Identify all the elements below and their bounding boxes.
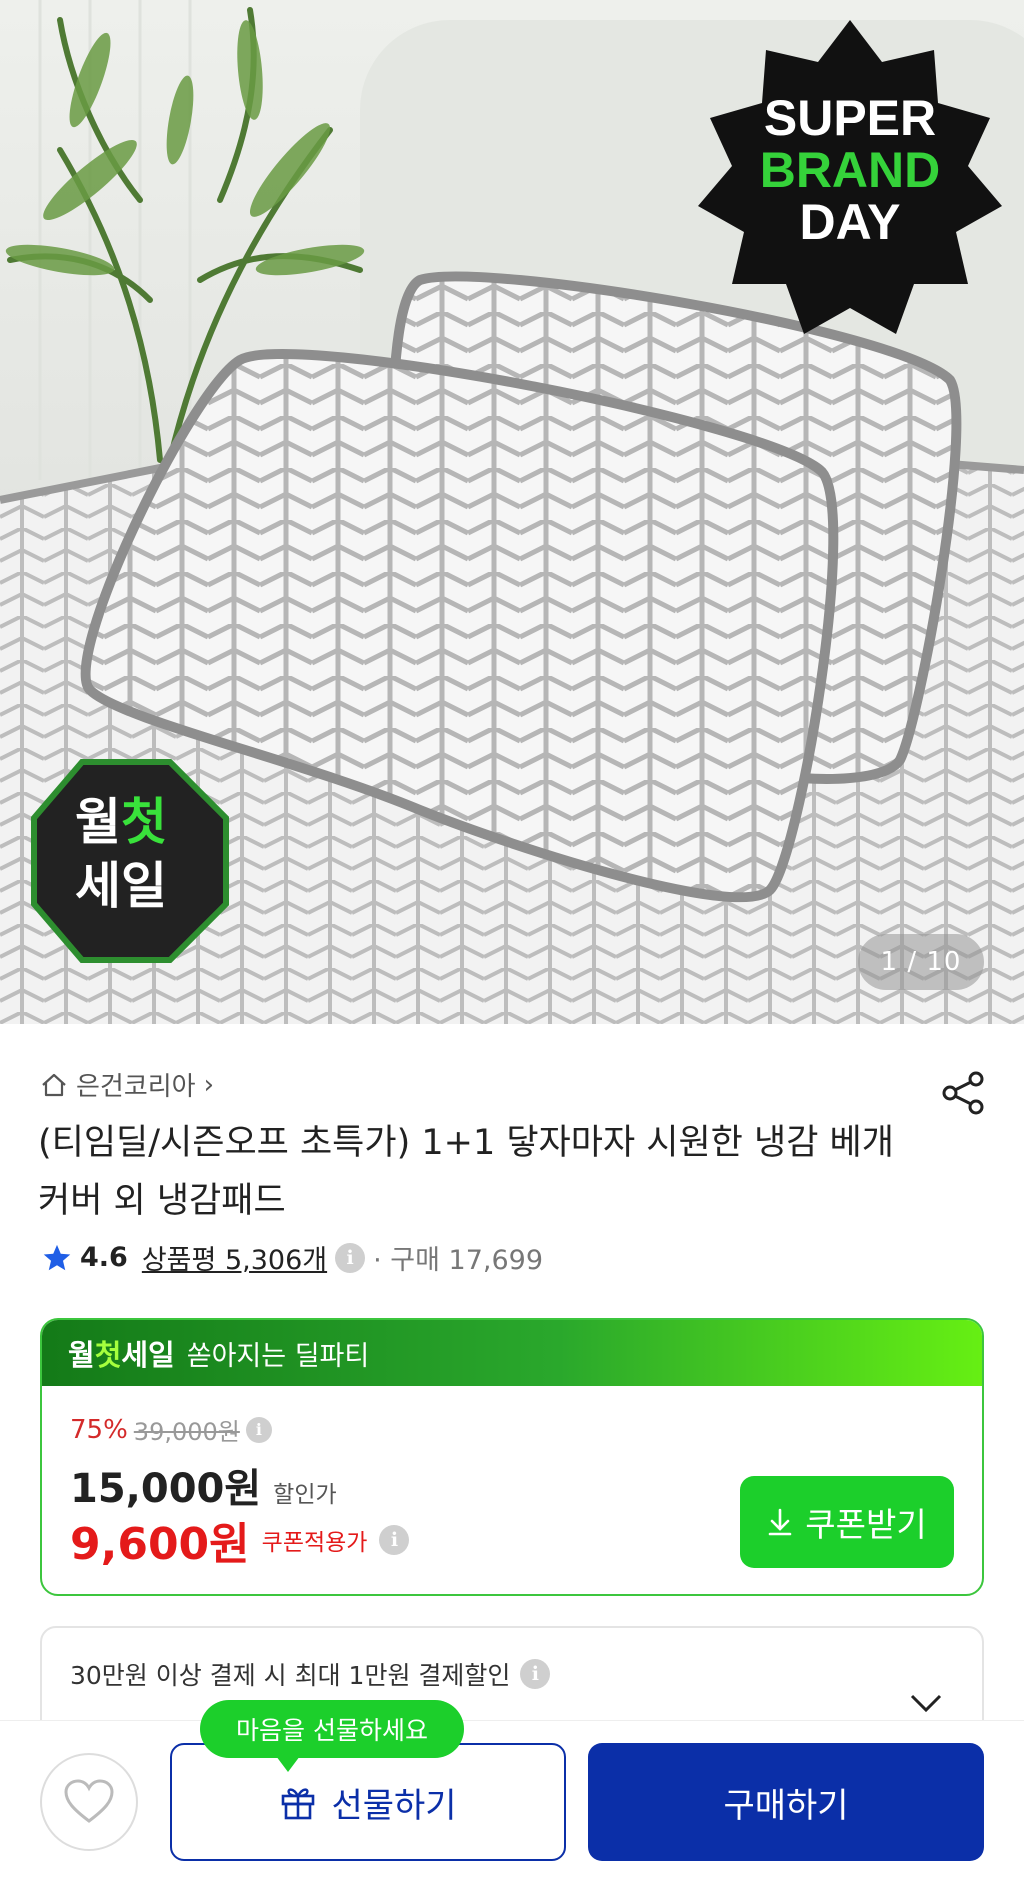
gift-icon [282,1788,315,1820]
buy-button-label: 구매하기 [723,1785,849,1826]
payment-discount-row: 30만원 이상 결제 시 최대 1만원 결제할인 i [70,1656,551,1692]
star-icon [43,1244,71,1270]
payment-discount-text: 30만원 이상 결제 시 최대 1만원 결제할인 [70,1661,511,1690]
discount-row: 75% 39,000원 i [70,1412,272,1447]
coupon-price-row: 9,600원 쿠폰적용가 i [70,1508,410,1572]
chevron-down-icon[interactable] [906,1688,946,1718]
brand-link[interactable]: 은건코리아 › [40,1066,214,1103]
image-counter: 1 / 10 [858,934,984,990]
download-icon [768,1508,792,1536]
coupon-price: 9,600원 [70,1519,250,1570]
badge-char-cheot: 첫 [121,793,167,851]
rating-score: 4.6 [80,1242,128,1273]
coupon-price-label: 쿠폰적용가 [261,1530,368,1556]
super-brand-day-badge: SUPER BRAND DAY [720,92,980,248]
deal-card: 월첫세일 쏟아지는 딜파티 75% 39,000원 i 15,000원 할인가 … [40,1318,984,1596]
deal-logo: 월첫세일 [68,1338,175,1372]
get-coupon-label: 쿠폰받기 [805,1505,927,1544]
info-icon[interactable]: i [520,1659,551,1689]
badge-line-brand: BRAND [759,142,941,198]
bottom-action-bar: 선물하기 구매하기 [0,1720,1024,1880]
deal-subtitle: 쏟아지는 딜파티 [186,1340,370,1372]
product-image[interactable]: SUPER BRAND DAY 월첫 세일 1 / 10 [0,0,1024,1024]
badge-line-sale: 세일 [75,857,167,915]
deal-header: 월첫세일 쏟아지는 딜파티 [42,1320,982,1386]
sale-price-row: 15,000원 할인가 [70,1456,337,1514]
reviews-link[interactable]: 상품평 5,306개 [142,1238,327,1277]
chevron-right-icon: › [203,1069,215,1100]
sale-price-label: 할인가 [273,1482,337,1508]
share-icon[interactable] [940,1070,986,1116]
badge-line-super: SUPER [763,90,937,146]
info-icon[interactable]: i [379,1525,410,1555]
discount-percent: 75% [70,1414,128,1445]
wishlist-button[interactable] [40,1753,138,1851]
info-icon[interactable]: i [335,1242,366,1273]
home-icon [42,1073,66,1096]
monthly-first-sale-badge: 월첫 세일 [56,790,186,918]
sale-price: 15,000원 [70,1466,262,1512]
info-icon[interactable]: i [245,1416,272,1443]
get-coupon-button[interactable]: 쿠폰받기 [740,1476,954,1568]
gift-button-label: 선물하기 [331,1785,457,1826]
purchase-count: · 구매 17,699 [373,1245,543,1276]
gift-button[interactable]: 선물하기 [170,1743,566,1861]
buy-button[interactable]: 구매하기 [588,1743,984,1861]
product-title: (티임딜/시즌오프 초특가) 1+1 닿자마자 시원한 냉감 베개커버 외 냉감… [38,1123,894,1221]
brand-name: 은건코리아 [76,1072,196,1102]
rating-row: 4.6 상품평 5,306개 i · 구매 17,699 [42,1238,543,1277]
badge-char-wol: 월 [75,793,121,851]
original-price: 39,000원 [133,1418,240,1446]
gift-tooltip: 마음을 선물하세요 [200,1700,464,1772]
heart-icon [64,1779,114,1823]
badge-line-day: DAY [799,194,901,250]
